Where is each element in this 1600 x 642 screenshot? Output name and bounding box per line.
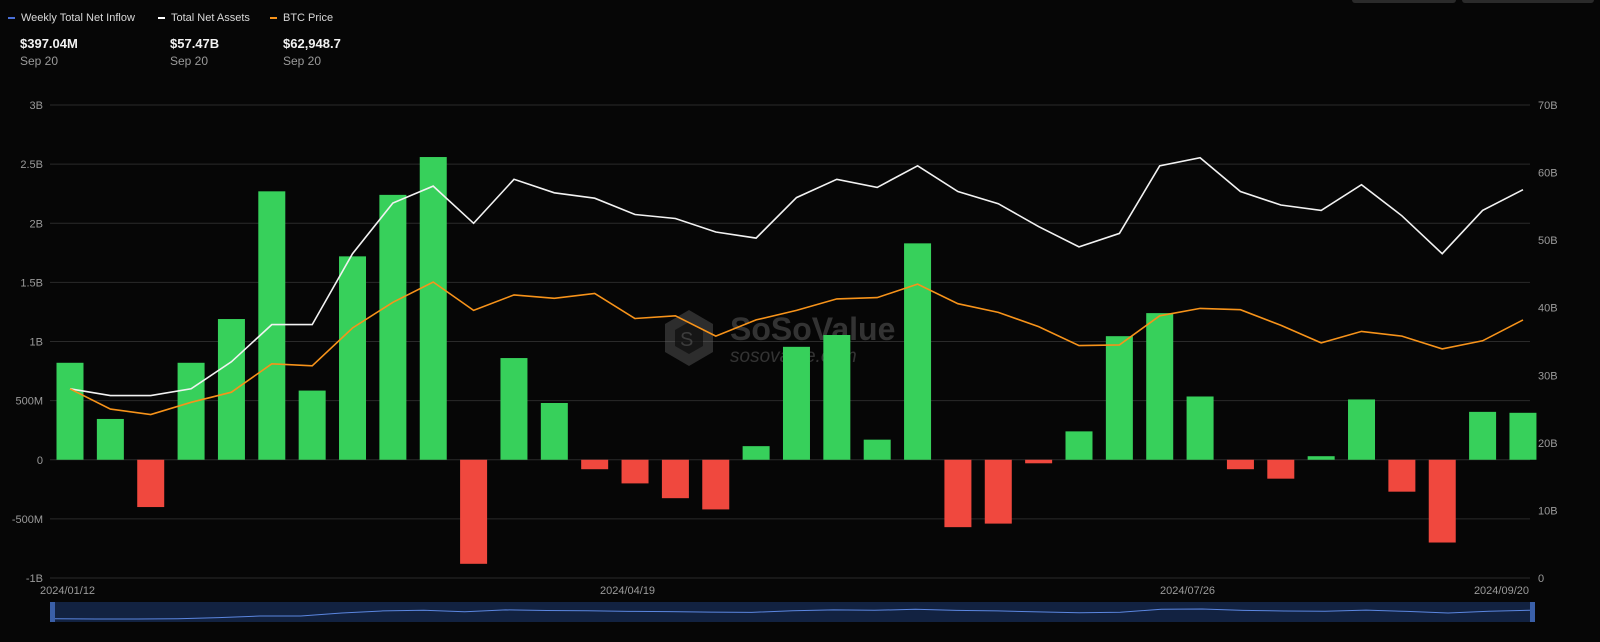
right-axis-tick-label: 30B (1538, 370, 1558, 382)
inflow-bar[interactable] (379, 194, 407, 460)
right-axis-ticks: 70B 60B 50B 40B 30B 20B 10B 0 (1538, 100, 1558, 585)
inflow-bar[interactable] (1226, 459, 1254, 470)
inflow-bar[interactable] (782, 346, 810, 460)
inflow-bar[interactable] (1307, 456, 1335, 460)
navigator-left-handle[interactable] (50, 602, 55, 622)
left-axis-tick-label: -1B (26, 573, 43, 585)
inflow-bar[interactable] (1348, 399, 1376, 460)
inflow-bar[interactable] (217, 319, 245, 460)
sosovalue-logo-icon: S (665, 310, 713, 366)
right-axis-tick-label: 20B (1538, 438, 1558, 450)
inflow-bar[interactable] (460, 459, 488, 564)
left-axis-tick-label: 3B (30, 100, 43, 112)
inflow-bar[interactable] (540, 402, 568, 460)
inflow-bar[interactable] (298, 390, 326, 460)
net-inflow-chart: 3B 2.5B 2B 1.5B 1B 500M 0 -500M -1B 70B 60B 50B 40B… (12, 100, 1558, 622)
inflow-bar[interactable] (1105, 336, 1133, 460)
right-axis-tick-label: 70B (1538, 100, 1558, 112)
inflow-bar[interactable] (1267, 459, 1295, 479)
right-axis-tick-label: 60B (1538, 168, 1558, 180)
x-axis-label: 2024/04/19 (600, 585, 655, 597)
right-axis-tick-label: 0 (1538, 573, 1544, 585)
left-axis-tick-label: 1B (30, 337, 43, 349)
inflow-bar[interactable] (1186, 396, 1214, 460)
inflow-bar[interactable] (137, 459, 165, 508)
inflow-bar[interactable] (742, 446, 770, 460)
inflow-bars (56, 157, 1537, 564)
inflow-bar[interactable] (1469, 411, 1497, 460)
watermark-brand: SoSoValue (730, 311, 895, 347)
logo-letter: S (680, 329, 693, 351)
inflow-bar[interactable] (1146, 313, 1174, 460)
watermark: S SoSoValue sosovalue.com (665, 310, 895, 367)
x-axis-labels: 2024/01/12 2024/04/19 2024/07/26 2024/09… (40, 585, 1529, 597)
right-axis-tick-label: 40B (1538, 303, 1558, 315)
inflow-bar[interactable] (661, 459, 689, 499)
right-axis-tick-label: 50B (1538, 235, 1558, 247)
inflow-bar[interactable] (944, 459, 972, 528)
left-axis-tick-label: 0 (37, 455, 43, 467)
x-axis-label: 2024/09/20 (1474, 585, 1529, 597)
x-axis-label: 2024/01/12 (40, 585, 95, 597)
inflow-bar[interactable] (1065, 431, 1093, 460)
inflow-bar[interactable] (863, 439, 891, 460)
inflow-bar[interactable] (339, 256, 367, 460)
navigator-right-handle[interactable] (1530, 602, 1535, 622)
inflow-bar[interactable] (56, 362, 84, 460)
left-axis-tick-label: 2B (30, 218, 43, 230)
inflow-bar[interactable] (1428, 459, 1456, 543)
inflow-bar[interactable] (581, 459, 609, 470)
inflow-bar[interactable] (1388, 459, 1416, 492)
left-axis-tick-label: 1.5B (20, 277, 43, 289)
inflow-bar[interactable] (1509, 412, 1537, 460)
right-axis-tick-label: 10B (1538, 505, 1558, 517)
left-axis-tick-label: 500M (15, 396, 43, 408)
inflow-bar[interactable] (1025, 459, 1053, 464)
inflow-bar[interactable] (177, 362, 205, 460)
inflow-bar[interactable] (823, 334, 851, 460)
inflow-bar[interactable] (904, 243, 932, 460)
inflow-bar[interactable] (702, 459, 730, 510)
left-axis-ticks: 3B 2.5B 2B 1.5B 1B 500M 0 -500M -1B (12, 100, 43, 585)
inflow-bar[interactable] (500, 358, 528, 460)
navigator-track[interactable] (55, 602, 1530, 622)
inflow-bar[interactable] (621, 459, 649, 484)
x-axis-label: 2024/07/26 (1160, 585, 1215, 597)
left-axis-tick-label: -500M (12, 514, 43, 526)
range-navigator[interactable] (50, 602, 1535, 622)
left-axis-tick-label: 2.5B (20, 159, 43, 171)
inflow-bar[interactable] (984, 459, 1012, 524)
inflow-bar[interactable] (96, 418, 124, 460)
inflow-bar[interactable] (419, 157, 447, 460)
